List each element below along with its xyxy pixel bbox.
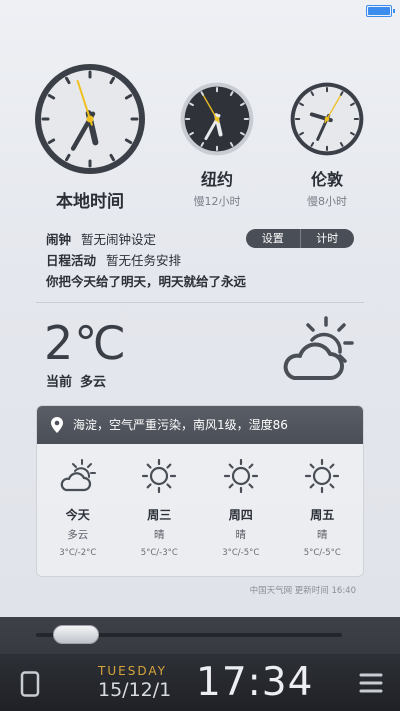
phone-icon[interactable] xyxy=(19,671,41,701)
update-time: 中国天气网 更新时间 16:40 xyxy=(249,586,356,596)
forecast-day[interactable]: 周三 晴 5°C/-3°C xyxy=(119,458,201,558)
forecast-day[interactable]: 周五 晴 5°C/-5°C xyxy=(282,458,364,558)
date-label: 15/12/1 xyxy=(98,679,172,701)
battery-icon xyxy=(366,5,395,17)
forecast-day-name: 周五 xyxy=(310,508,335,522)
divider xyxy=(36,302,364,303)
digital-time: 17:34 xyxy=(196,660,314,705)
schedule-value: 暂无任务安排 xyxy=(106,253,182,268)
forecast-list: 今天 多云 3°C/-2°C 周三 晴 5°C/-3°C 周四 晴 3°C/-5… xyxy=(37,444,363,558)
forecast-condition: 多云 xyxy=(67,529,89,541)
clock-local[interactable]: 本地时间 xyxy=(34,63,146,212)
clock-pin xyxy=(86,115,94,123)
slider-handle[interactable] xyxy=(53,625,99,644)
battery-level xyxy=(368,7,390,15)
sun-cloud-icon xyxy=(278,316,358,390)
forecast-day[interactable]: 今天 多云 3°C/-2°C xyxy=(37,458,119,558)
sun-icon xyxy=(142,458,177,494)
clock-offset: 慢8小时 xyxy=(307,195,347,208)
clock-name: 伦敦 xyxy=(310,170,343,189)
forecast-day-name: 周四 xyxy=(228,508,253,522)
forecast-range: 3°C/-2°C xyxy=(59,548,97,558)
location-text: 海淀，空气严重污染，南风1级，湿度86 xyxy=(73,418,288,432)
alarm-label: 闹钟 xyxy=(46,232,72,247)
clock-name: 纽约 xyxy=(200,170,233,189)
reminder-section: 闹钟 暂无闹钟设定 日程活动 暂无任务安排 你把今天给了明天，明天就给了永远 设置 … xyxy=(46,229,364,292)
forecast-condition: 晴 xyxy=(317,529,328,541)
clock-offset: 慢12小时 xyxy=(193,195,241,208)
forecast-range: 5°C/-3°C xyxy=(140,548,178,558)
weekday-label: TUESDAY xyxy=(98,664,167,678)
alarm-value: 暂无闹钟设定 xyxy=(81,232,157,247)
clock-london[interactable]: 伦敦 慢8小时 xyxy=(288,82,366,209)
analog-clock-icon xyxy=(180,82,254,156)
forecast-day[interactable]: 周四 晴 3°C/-5°C xyxy=(200,458,282,558)
sun-icon xyxy=(305,458,340,494)
current-condition-text: 多云 xyxy=(80,375,107,390)
daily-quote: 你把今天给了明天，明天就给了永远 xyxy=(46,274,247,289)
sun-cloud-icon xyxy=(60,459,96,492)
forecast-panel: 海淀，空气严重污染，南风1级，湿度86 今天 多云 3°C/-2°C 周三 晴 … xyxy=(36,405,364,577)
settings-timer-toggle: 设置 计时 xyxy=(246,229,354,248)
location-bar[interactable]: 海淀，空气严重污染，南风1级，湿度86 xyxy=(37,406,363,444)
forecast-range: 5°C/-5°C xyxy=(303,548,341,558)
schedule-row[interactable]: 日程活动 暂无任务安排 xyxy=(46,250,364,271)
status-bar xyxy=(0,0,400,22)
forecast-range: 3°C/-5°C xyxy=(222,548,260,558)
settings-button[interactable]: 设置 xyxy=(246,229,300,248)
forecast-day-name: 周三 xyxy=(147,508,172,522)
current-condition: 当前 多云 xyxy=(46,371,106,390)
forecast-day-name: 今天 xyxy=(65,508,90,522)
schedule-label: 日程活动 xyxy=(46,253,97,268)
clock-new-york[interactable]: 纽约 慢12小时 xyxy=(178,82,256,209)
clock-pin xyxy=(214,116,220,122)
analog-clock-icon xyxy=(35,64,145,174)
sun-icon xyxy=(223,458,258,494)
menu-icon[interactable] xyxy=(359,672,383,698)
analog-clock-icon xyxy=(290,82,364,156)
current-label: 当前 xyxy=(46,375,73,390)
forecast-condition: 晴 xyxy=(154,529,165,541)
clock-pin xyxy=(324,116,330,122)
forecast-condition: 晴 xyxy=(235,529,247,541)
timer-button[interactable]: 计时 xyxy=(299,229,355,248)
clock-name: 本地时间 xyxy=(56,192,124,212)
current-temperature: 2℃ xyxy=(44,316,127,370)
location-pin-icon xyxy=(51,417,63,433)
